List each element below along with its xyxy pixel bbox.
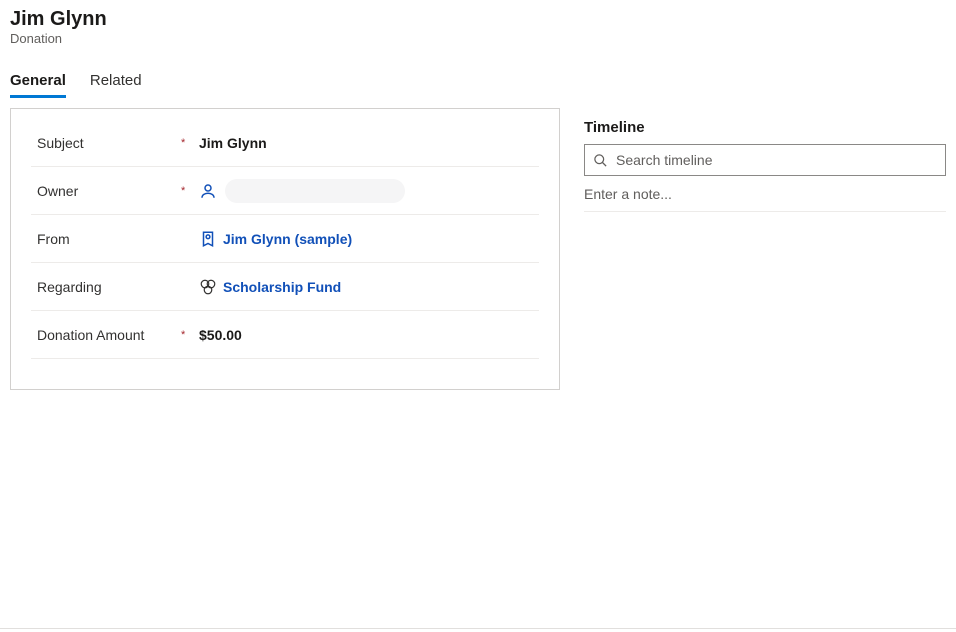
field-from[interactable]: From Jim Glynn (sample) [31, 215, 539, 263]
field-subject-label: Subject [31, 135, 181, 151]
field-owner[interactable]: Owner * [31, 167, 539, 215]
regarding-icon [199, 278, 217, 296]
field-regarding-value: Scholarship Fund [199, 278, 539, 296]
record-subtitle: Donation [10, 31, 946, 46]
tab-general[interactable]: General [10, 72, 66, 98]
field-from-value: Jim Glynn (sample) [199, 230, 539, 248]
timeline-search-box[interactable] [584, 144, 946, 176]
required-marker: * [181, 137, 199, 149]
field-regarding[interactable]: Regarding Scholarship Fund [31, 263, 539, 311]
field-donation-amount-value: $50.00 [199, 327, 539, 343]
regarding-link[interactable]: Scholarship Fund [223, 279, 341, 295]
page-divider [0, 628, 956, 629]
form-panel: Subject * Jim Glynn Owner * From [10, 108, 560, 390]
search-icon [593, 153, 608, 168]
required-marker: * [181, 329, 199, 341]
required-marker: * [181, 185, 199, 197]
field-owner-value [199, 179, 539, 203]
field-from-label: From [31, 231, 181, 247]
field-donation-amount[interactable]: Donation Amount * $50.00 [31, 311, 539, 359]
timeline-title: Timeline [584, 119, 946, 136]
from-link[interactable]: Jim Glynn (sample) [223, 231, 352, 247]
timeline-search-input[interactable] [616, 152, 937, 168]
contact-icon [199, 230, 217, 248]
person-icon [199, 182, 217, 200]
field-subject[interactable]: Subject * Jim Glynn [31, 119, 539, 167]
record-title: Jim Glynn [10, 8, 946, 31]
field-subject-value: Jim Glynn [199, 135, 539, 151]
owner-placeholder [225, 179, 405, 203]
field-regarding-label: Regarding [31, 279, 181, 295]
timeline-panel: Timeline Enter a note... [584, 108, 946, 390]
tabs: General Related [0, 52, 956, 98]
tab-related[interactable]: Related [90, 72, 142, 98]
note-entry[interactable]: Enter a note... [584, 176, 946, 212]
field-owner-label: Owner [31, 183, 181, 199]
field-donation-amount-label: Donation Amount [31, 327, 181, 343]
